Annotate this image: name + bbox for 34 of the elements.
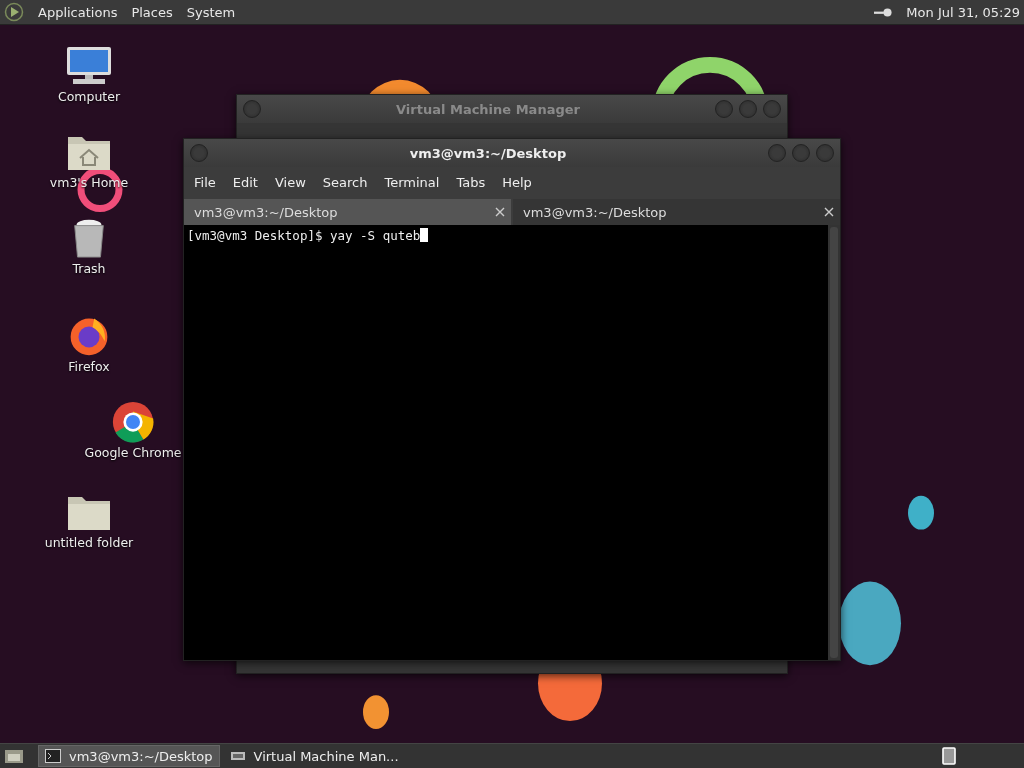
scrollbar[interactable] [828,225,840,660]
tab[interactable]: vm3@vm3:~/Desktop [513,199,840,225]
taskbar-button[interactable]: vm3@vm3:~/Desktop [38,745,220,767]
taskbar-button[interactable]: Virtual Machine Man... [223,746,405,766]
panel-menu[interactable]: Applications [38,4,118,20]
close-icon[interactable] [824,207,834,217]
panel-menu[interactable]: System [186,4,236,20]
computer-icon[interactable] [65,45,113,87]
icon-label[interactable]: Trash [72,261,106,276]
icon-label[interactable]: untitled folder [44,535,134,550]
menu-item[interactable]: Search [322,174,368,190]
icon-label[interactable]: Computer [57,89,121,104]
logo-icon[interactable] [4,2,24,22]
clock[interactable]: Mon Jul 31, 05:29 [906,4,1020,20]
menu-item[interactable]: Edit [232,174,258,190]
window-title: vm3@vm3:~/Desktop [408,145,568,161]
panel-menu[interactable]: Places [131,4,173,20]
wallpaper-blob [908,495,934,530]
key-icon[interactable] [874,6,893,18]
window-title: Virtual Machine Manager [395,101,581,117]
icon-label[interactable]: Google Chrome [84,445,182,460]
icon-label[interactable]: Firefox [68,359,110,374]
menu-item[interactable]: Terminal [384,174,440,190]
close-icon[interactable] [495,207,505,217]
terminal-line: [vm3@vm3 Desktop]$ yay -S quteb [187,228,429,243]
menu-item[interactable]: Tabs [456,174,486,190]
menu-item[interactable]: File [194,174,216,190]
menu-item[interactable]: View [274,174,306,190]
show-desktop-icon[interactable] [4,748,24,764]
monitor-icon [229,749,246,763]
wallpaper-blob [363,695,389,730]
terminal-icon [45,749,61,763]
tab[interactable]: vm3@vm3:~/Desktop [184,199,511,225]
menu-item[interactable]: Help [502,174,532,190]
